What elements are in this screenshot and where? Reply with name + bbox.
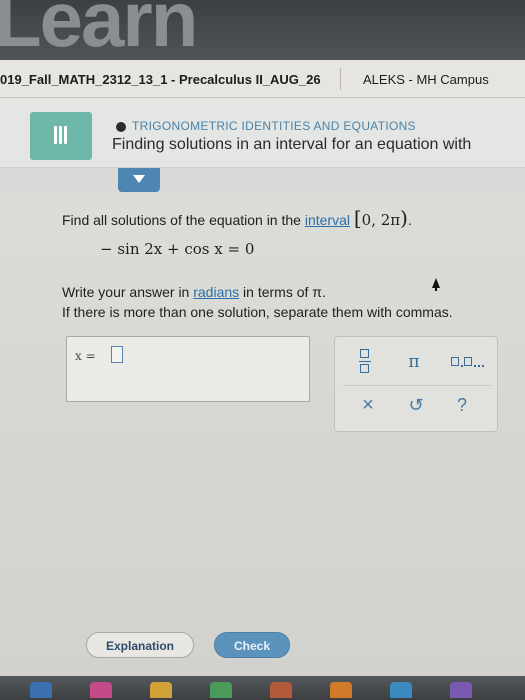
- interval-open-bracket: [: [353, 206, 362, 230]
- fraction-icon[interactable]: [359, 349, 371, 375]
- tab-campus-label: ALEKS - MH Campus: [363, 72, 489, 87]
- topic-header: TRIGONOMETRIC IDENTITIES AND EQUATIONS F…: [0, 98, 525, 168]
- taskbar-app-icon[interactable]: [30, 682, 52, 698]
- chevron-down-icon: [133, 175, 145, 183]
- taskbar-app-icon[interactable]: [270, 682, 292, 698]
- tab-course[interactable]: 019_Fall_MATH_2312_13_1 - Precalculus II…: [0, 72, 321, 87]
- check-button[interactable]: Check: [214, 632, 290, 658]
- tab-aleks-campus[interactable]: ALEKS - MH Campus: [363, 72, 489, 87]
- equation: − sin 2x + cos x = 0: [100, 240, 255, 258]
- topic-status-dot: [116, 122, 126, 132]
- expand-topic-button[interactable]: [118, 168, 160, 192]
- taskbar-app-icon[interactable]: [330, 682, 352, 698]
- radians-link[interactable]: radians: [193, 284, 239, 300]
- prompt-prefix: Find all solutions of the equation in th…: [62, 212, 305, 228]
- list-icon[interactable]: [451, 357, 487, 369]
- tab-divider: [340, 68, 341, 90]
- mouse-cursor: [432, 278, 440, 291]
- topic-title: Finding solutions in an interval for an …: [112, 136, 472, 153]
- instruction-suffix: in terms of π.: [239, 284, 326, 300]
- answer-input[interactable]: [111, 346, 123, 363]
- math-palette: π × ↺ ?: [334, 336, 498, 432]
- palette-divider: [343, 385, 491, 386]
- instruction-line-1: Write your answer in radians in terms of…: [62, 284, 326, 300]
- banner-text: Learn: [0, 0, 198, 60]
- close-icon[interactable]: ×: [357, 393, 379, 417]
- interval-expression: [0, 2π): [354, 206, 408, 230]
- explanation-button[interactable]: Explanation: [86, 632, 194, 658]
- taskbar-app-icon[interactable]: [210, 682, 232, 698]
- menu-button[interactable]: [30, 112, 92, 160]
- answer-box[interactable]: x =: [66, 336, 310, 402]
- taskbar-app-icon[interactable]: [90, 682, 112, 698]
- taskbar-app-icon[interactable]: [150, 682, 172, 698]
- taskbar-app-icon[interactable]: [450, 682, 472, 698]
- interval-body: 0, 2π: [361, 211, 401, 229]
- question-prompt: Find all solutions of the equation in th…: [62, 206, 412, 230]
- taskbar-app-icon[interactable]: [390, 682, 412, 698]
- interval-link[interactable]: interval: [305, 212, 350, 228]
- answer-label: x =: [75, 349, 96, 363]
- browser-tab-bar: 019_Fall_MATH_2312_13_1 - Precalculus II…: [0, 60, 525, 98]
- instruction-line-2: If there is more than one solution, sepa…: [62, 304, 453, 320]
- taskbar: [0, 676, 525, 700]
- prompt-suffix: .: [407, 212, 412, 228]
- interval-close-paren: ): [400, 206, 408, 230]
- instruction-prefix: Write your answer in: [62, 284, 194, 300]
- tab-course-label: 019_Fall_MATH_2312_13_1 - Precalculus II…: [0, 72, 321, 87]
- learn-banner: Learn: [0, 0, 525, 60]
- pi-button[interactable]: π: [403, 351, 425, 373]
- question-panel: Find all solutions of the equation in th…: [0, 194, 525, 676]
- help-icon[interactable]: ?: [451, 393, 473, 417]
- collapse-strip: [0, 168, 525, 194]
- undo-icon[interactable]: ↺: [405, 393, 427, 417]
- hamburger-icon: [54, 126, 68, 144]
- topic-kicker: TRIGONOMETRIC IDENTITIES AND EQUATIONS: [132, 119, 416, 133]
